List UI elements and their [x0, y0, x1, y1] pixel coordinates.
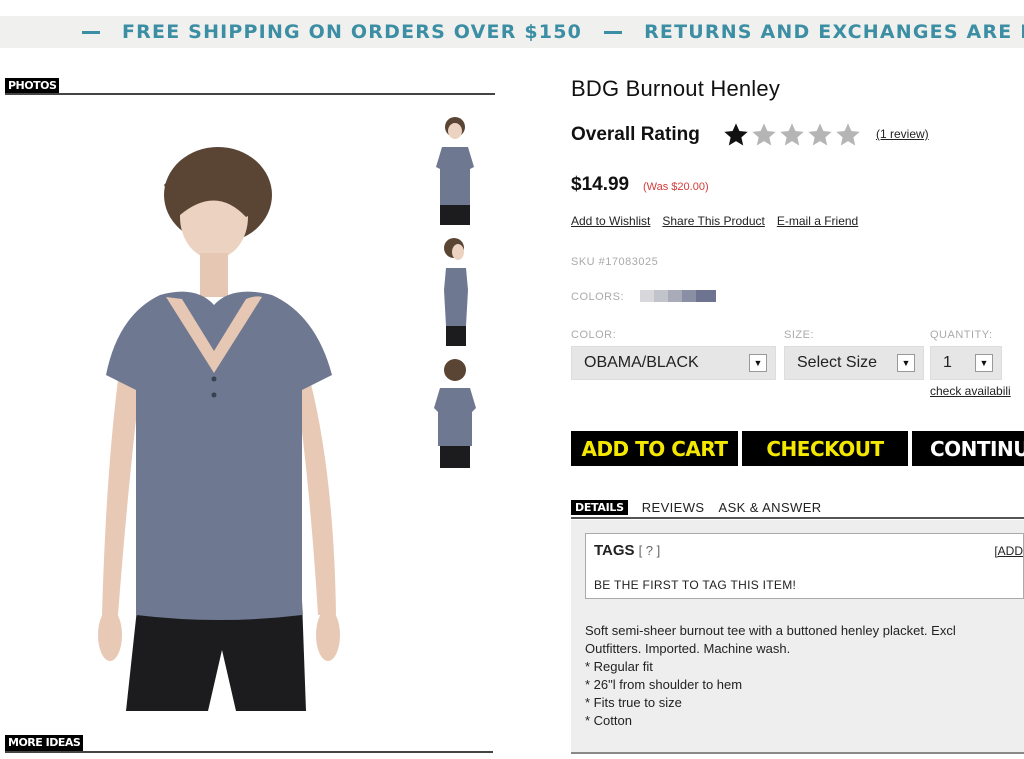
- description-line: * 26"l from shoulder to hem: [585, 677, 743, 692]
- description-line: * Cotton: [585, 713, 632, 728]
- add-to-wishlist-link[interactable]: Add to Wishlist: [571, 214, 650, 228]
- quantity-field-label: QUANTITY:: [930, 329, 993, 341]
- banner-shipping-text: FREE SHIPPING ON ORDERS OVER $150: [122, 21, 583, 43]
- was-price: (Was $20.00): [643, 181, 709, 193]
- quantity-select[interactable]: 1 ▼: [930, 346, 1002, 380]
- chevron-down-icon: ▼: [749, 354, 767, 372]
- sku-text: SKU #17083025: [571, 256, 659, 268]
- tags-box: TAGS [ ? ] [ADD BE THE FIRST TO TAG THIS …: [585, 533, 1024, 599]
- more-ideas-rule: [5, 751, 493, 753]
- size-select-value: Select Size: [797, 354, 878, 371]
- description-line: * Regular fit: [585, 659, 653, 674]
- more-ideas-section-label: MORE IDEAS: [5, 735, 84, 751]
- color-swatch[interactable]: [640, 290, 654, 302]
- tags-empty-message: BE THE FIRST TO TAG THIS ITEM!: [594, 578, 797, 592]
- chevron-down-icon: ▼: [897, 354, 915, 372]
- continue-shopping-button[interactable]: CONTINU: [912, 431, 1024, 466]
- banner-returns-text: RETURNS AND EXCHANGES ARE FRE: [644, 21, 1024, 43]
- color-field-label: COLOR:: [571, 329, 617, 341]
- star-empty-icon: [836, 123, 860, 146]
- star-filled-icon: [724, 123, 748, 146]
- tab-details[interactable]: DETAILS: [571, 500, 628, 515]
- banner-dash: [82, 30, 100, 34]
- tab-ask-answer[interactable]: ASK & ANSWER: [719, 500, 822, 515]
- share-product-link[interactable]: Share This Product: [662, 214, 765, 228]
- photos-section-label: PHOTOS: [5, 78, 60, 94]
- color-swatch[interactable]: [696, 290, 716, 302]
- tabs-rule: [571, 517, 1024, 519]
- thumbnail-back[interactable]: [428, 358, 482, 470]
- tags-title-text: TAGS: [594, 542, 635, 559]
- quantity-select-value: 1: [943, 354, 952, 371]
- check-availability-link[interactable]: check availabili: [930, 384, 1011, 398]
- thumbnail-front[interactable]: [428, 115, 482, 227]
- banner-dash: [604, 30, 623, 34]
- tags-title: TAGS [ ? ]: [594, 542, 660, 559]
- color-swatch[interactable]: [682, 290, 696, 302]
- photos-rule: [5, 93, 495, 95]
- thumbnail-side[interactable]: [428, 236, 482, 348]
- star-empty-icon: [780, 123, 804, 146]
- shipping-banner: FREE SHIPPING ON ORDERS OVER $150 RETURN…: [0, 16, 1024, 48]
- color-select-value: OBAMA/BLACK: [584, 354, 699, 371]
- size-select[interactable]: Select Size ▼: [784, 346, 924, 380]
- chevron-down-icon: ▼: [975, 354, 993, 372]
- color-swatches[interactable]: [640, 290, 716, 302]
- tags-help-link[interactable]: [ ? ]: [639, 543, 661, 558]
- checkout-button[interactable]: CHECKOUT: [742, 431, 908, 466]
- color-select[interactable]: OBAMA/BLACK ▼: [571, 346, 776, 380]
- tab-reviews[interactable]: REVIEWS: [642, 500, 705, 515]
- description-line: * Fits true to size: [585, 695, 682, 710]
- colors-label: COLORS:: [571, 291, 625, 303]
- star-empty-icon: [752, 123, 776, 146]
- product-tabs: DETAILS REVIEWS ASK & ANSWER: [571, 500, 822, 515]
- color-swatch[interactable]: [654, 290, 668, 302]
- review-count-link[interactable]: (1 review): [876, 127, 929, 141]
- product-title: BDG Burnout Henley: [571, 76, 781, 101]
- color-swatch[interactable]: [668, 290, 682, 302]
- description-line: Outfitters. Imported. Machine wash.: [585, 641, 791, 656]
- overall-rating-label: Overall Rating: [571, 124, 700, 145]
- rating-stars: [722, 121, 862, 149]
- main-product-photo[interactable]: [96, 145, 346, 715]
- product-action-links: Add to Wishlist Share This Product E-mai…: [571, 214, 858, 228]
- email-friend-link[interactable]: E-mail a Friend: [777, 214, 858, 228]
- price: $14.99: [571, 174, 630, 195]
- product-description: Soft semi-sheer burnout tee with a butto…: [585, 622, 956, 730]
- add-to-cart-button[interactable]: ADD TO CART: [571, 431, 738, 466]
- star-empty-icon: [808, 123, 832, 146]
- size-field-label: SIZE:: [784, 329, 815, 341]
- description-line: Soft semi-sheer burnout tee with a butto…: [585, 623, 956, 638]
- add-tag-link[interactable]: [ADD: [994, 544, 1023, 558]
